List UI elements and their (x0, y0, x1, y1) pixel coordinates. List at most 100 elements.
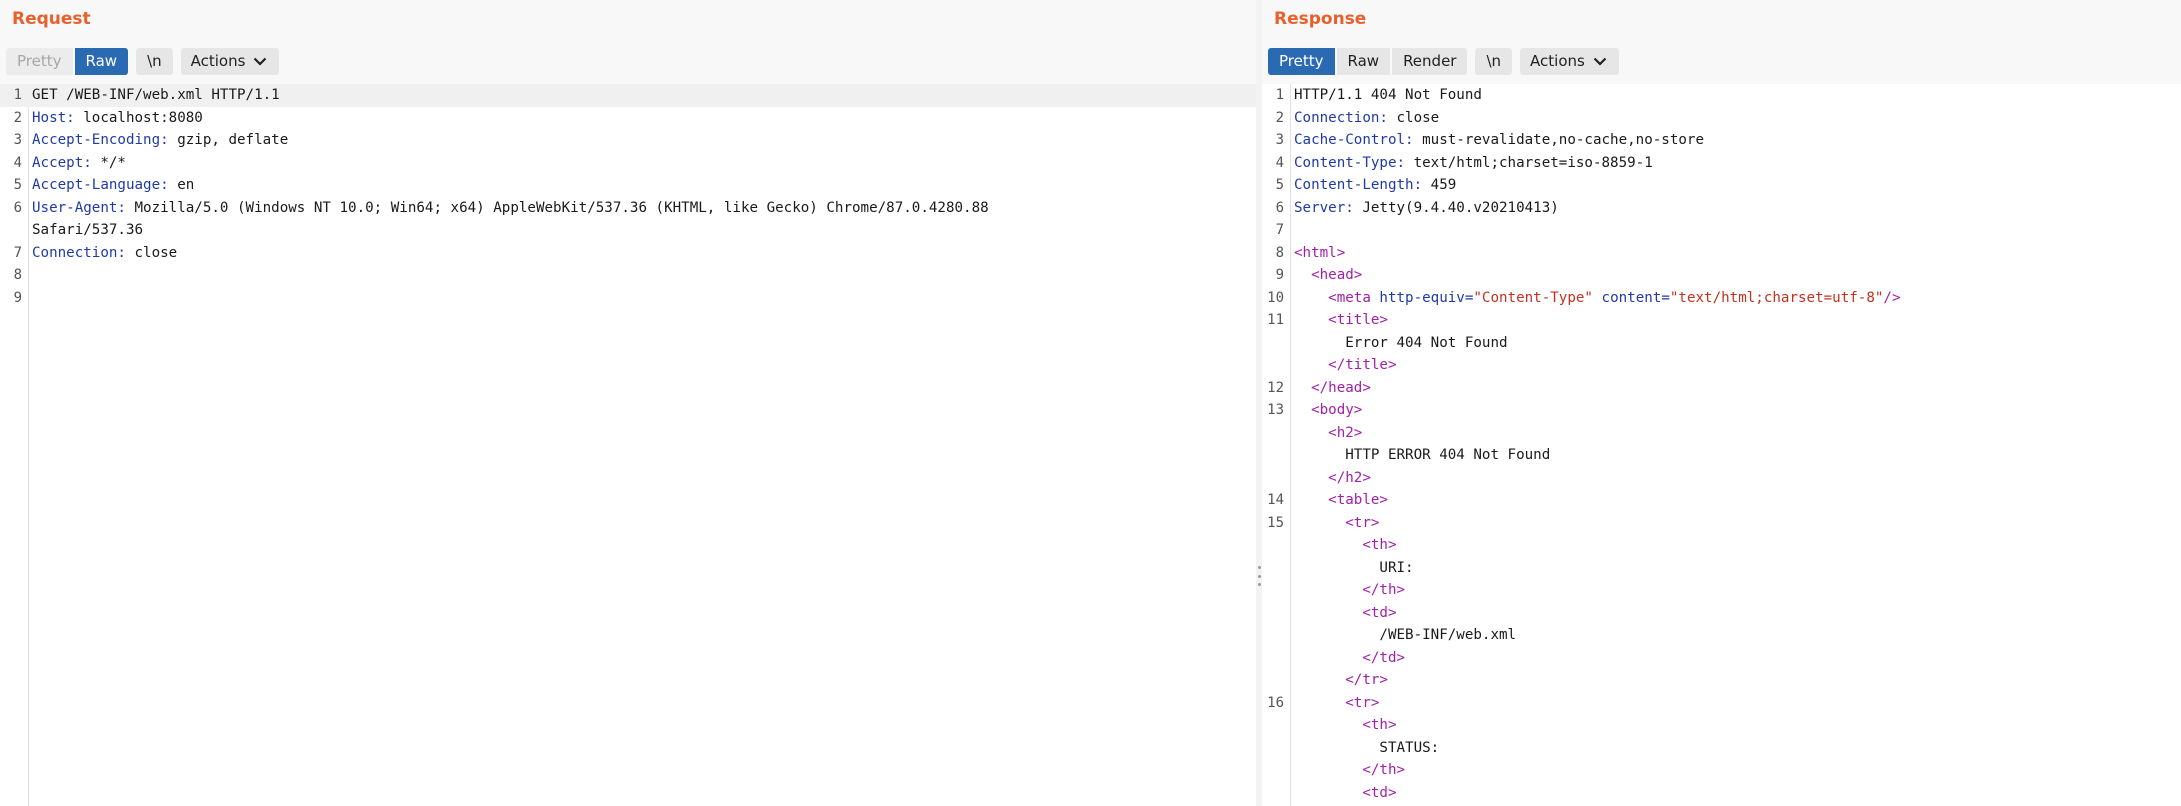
request-raw-button[interactable]: Raw (74, 48, 129, 75)
code-token: <td> (1362, 784, 1397, 801)
code-text: </tr> (1294, 669, 1388, 692)
code-token: <th> (1362, 537, 1397, 553)
line-number: 7 (1275, 222, 1284, 238)
code-text: <table> (1294, 489, 1388, 512)
code-text: </head> (1294, 377, 1371, 400)
line-number: 10 (1267, 289, 1284, 306)
response-code-line: URI: (1262, 557, 2181, 580)
response-code-line: 7 (1262, 219, 2181, 242)
response-code-line: Error 404 Not Found (1262, 332, 2181, 355)
line-number: 2 (1275, 109, 1284, 126)
code-text: <meta http-equiv="Content-Type" content=… (1294, 287, 1900, 310)
response-raw-button[interactable]: Raw (1336, 48, 1391, 75)
code-token: <tr> (1345, 694, 1380, 711)
request-pretty-button[interactable]: Pretty (6, 48, 73, 75)
code-token: <head> (1311, 267, 1363, 283)
response-code-line: 11 <title> (1262, 309, 2181, 332)
code-text: <td> (1294, 602, 1396, 625)
code-text: <title> (1294, 309, 1388, 332)
response-code-line: 3 Cache-Control: must-revalidate,no-cache… (1262, 129, 2181, 152)
code-token: text/html;charset=iso-8859-1 (1405, 154, 1653, 171)
line-number: 6 (13, 199, 22, 216)
request-title: Request (12, 9, 91, 29)
code-token: GET /WEB-INF/web.xml HTTP/1.1 (32, 87, 280, 103)
code-text: Connection: close (32, 242, 177, 265)
response-title: Response (1274, 9, 1367, 29)
line-number: 9 (13, 289, 22, 306)
code-token: <h2> (1328, 424, 1363, 441)
code-token: Jetty(9.4.40.v20210413) (1353, 199, 1559, 216)
response-header: Response Pretty Raw Render \n Actions (1262, 0, 2181, 84)
code-token: */* (91, 154, 126, 171)
request-code-line: 6 User-Agent: Mozilla/5.0 (Windows NT 10.… (0, 197, 1256, 220)
response-code-line: <td> (1262, 782, 2181, 805)
response-code-line: 12 </head> (1262, 377, 2181, 400)
line-number: 8 (1275, 244, 1284, 261)
code-text: Safari/537.36 (32, 219, 143, 242)
response-render-button[interactable]: Render (1392, 48, 1468, 75)
code-token: Connection: (32, 244, 126, 261)
code-text: Content-Length: 459 (1294, 174, 1456, 197)
line-number: 8 (13, 267, 22, 283)
drag-handle-icon[interactable] (1257, 566, 1261, 586)
line-number: 4 (13, 154, 22, 171)
code-token: </head> (1311, 379, 1371, 396)
code-text: </th> (1294, 759, 1405, 782)
request-code-line: 7 Connection: close (0, 242, 1256, 265)
response-code-line: 9 <head> (1262, 264, 2181, 287)
line-number: 14 (1267, 492, 1284, 508)
code-token: STATUS: (1294, 739, 1440, 756)
line-number: 6 (1275, 199, 1284, 216)
request-pane: Request Pretty Raw \n Actions 1 GET /WEB-… (0, 0, 1256, 806)
request-newline-button[interactable]: \n (136, 48, 173, 75)
response-pretty-button[interactable]: Pretty (1268, 48, 1335, 75)
code-text: Connection: close (1294, 107, 1439, 130)
response-code-line: </tr> (1262, 669, 2181, 692)
code-token: Accept: (32, 154, 92, 171)
code-token: <html> (1294, 244, 1346, 261)
code-token: <body> (1311, 402, 1363, 418)
request-actions-button[interactable]: Actions (180, 48, 280, 75)
line-number: 7 (13, 244, 22, 261)
code-token: Error 404 Not Found (1294, 334, 1508, 351)
response-newline-button[interactable]: \n (1475, 48, 1513, 75)
code-token: Connection: (1294, 109, 1388, 126)
code-token: Mozilla/5.0 (Windows NT 10.0; Win64; x64… (125, 199, 989, 216)
code-token: close (1387, 109, 1440, 126)
line-number: 13 (1267, 402, 1284, 418)
code-text: HTTP/1.1 404 Not Found (1294, 84, 1482, 107)
request-editor[interactable]: 1 GET /WEB-INF/web.xml HTTP/1.1 2 Host: loc… (0, 84, 1256, 806)
response-lines: 1 HTTP/1.1 404 Not Found 2 Connection: clos… (1262, 84, 2181, 804)
code-text: <td> (1294, 782, 1397, 805)
code-token: en (168, 177, 195, 193)
code-token: http-equiv= (1379, 289, 1474, 306)
code-token: </th> (1362, 762, 1406, 778)
response-code-line: 16 <tr> (1262, 692, 2181, 715)
response-code-line: </td> (1262, 647, 2181, 670)
line-number: 2 (13, 109, 22, 126)
line-number: 5 (1275, 177, 1284, 193)
code-text: Cache-Control: must-revalidate,no-cache,… (1294, 129, 1704, 152)
code-token: <tr> (1345, 514, 1380, 531)
code-token: Accept-Language: (32, 177, 169, 193)
response-toolbar: Pretty Raw Render \n Actions (1268, 48, 1627, 75)
code-text: <head> (1294, 264, 1362, 287)
request-code-line: 2 Host: localhost:8080 (0, 107, 1256, 130)
code-text: URI: (1294, 557, 1413, 580)
code-token: 459 (1422, 177, 1457, 193)
code-text: </td> (1294, 647, 1405, 670)
response-actions-button[interactable]: Actions (1520, 48, 1619, 75)
response-code-line: 4 Content-Type: text/html;charset=iso-885… (1262, 152, 2181, 175)
response-editor[interactable]: 1 HTTP/1.1 404 Not Found 2 Connection: clos… (1262, 84, 2181, 806)
code-token: <table> (1328, 492, 1388, 508)
code-token: Accept-Encoding: (32, 132, 169, 148)
code-token: localhost:8080 (74, 109, 203, 126)
code-text: GET /WEB-INF/web.xml HTTP/1.1 (32, 84, 280, 107)
code-text: <h2> (1294, 422, 1362, 445)
